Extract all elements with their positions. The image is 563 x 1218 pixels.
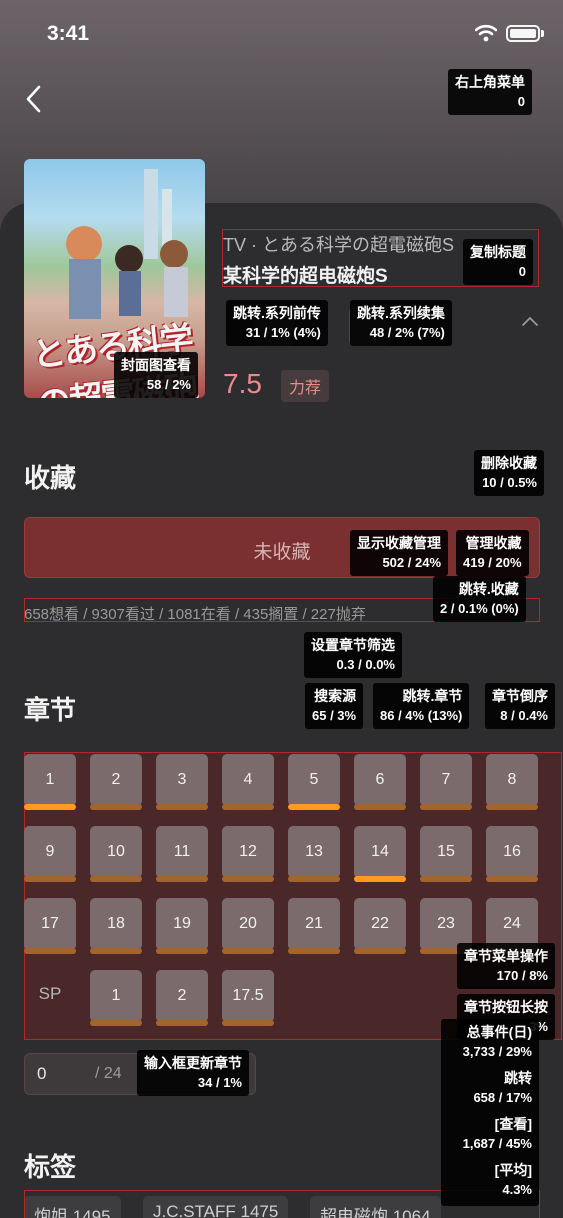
episode-progress-bar	[24, 804, 76, 810]
score-value: 7.5	[223, 368, 262, 399]
episode-button[interactable]: 18	[90, 898, 142, 950]
overlay-search-source: 搜索源 65 / 3%	[305, 683, 364, 729]
episode-total: / 24	[95, 1065, 122, 1082]
overlay-copy-title: 复制标题 0	[463, 239, 533, 285]
summary-total-value: 3,733 / 29%	[462, 1044, 532, 1059]
episode-progress-bar	[222, 948, 274, 954]
episode-progress-bar	[288, 804, 340, 810]
episode-button[interactable]: 11	[156, 826, 208, 878]
episode-progress-bar	[420, 876, 472, 882]
episode-button[interactable]: 5	[288, 754, 340, 806]
summary-view-value: 1,687 / 45%	[462, 1136, 532, 1151]
summary-jump-label: 跳转	[504, 1070, 532, 1086]
episode-button[interactable]: 22	[354, 898, 406, 950]
episode-button[interactable]: 6	[354, 754, 406, 806]
episode-progress-bar	[24, 948, 76, 954]
overlay-summary: 总事件(日) 3,733 / 29% 跳转 658 / 17% [查看] 1,6…	[441, 1019, 539, 1206]
episode-button[interactable]: 16	[486, 826, 538, 878]
summary-total-label: 总事件(日)	[466, 1024, 532, 1040]
section-title-tags: 标签	[24, 1152, 77, 1182]
episode-button[interactable]: 8	[486, 754, 538, 806]
episode-progress-bar	[486, 804, 538, 810]
wifi-icon	[475, 24, 497, 42]
episode-progress-input[interactable]	[37, 1064, 97, 1084]
episode-progress-bar	[24, 876, 76, 882]
overlay-series-next: 跳转.系列续集 48 / 2% (7%)	[350, 300, 452, 346]
episode-progress-bar	[222, 1020, 274, 1026]
episode-progress-bar	[420, 804, 472, 810]
overlay-episode-filter: 设置章节筛选 0.3 / 0.0%	[304, 632, 402, 678]
episode-button[interactable]: 9	[24, 826, 76, 878]
episode-progress-bar	[354, 876, 406, 882]
summary-jump-value: 658 / 17%	[473, 1090, 532, 1105]
episode-button[interactable]: 13	[288, 826, 340, 878]
episode-progress-bar	[288, 876, 340, 882]
overlay-episode-reverse: 章节倒序 8 / 0.4%	[485, 683, 555, 729]
episode-progress-bar	[354, 948, 406, 954]
episode-progress-bar	[90, 948, 142, 954]
episode-button[interactable]: 20	[222, 898, 274, 950]
chevron-up-icon[interactable]	[520, 314, 540, 328]
overlay-delete-collection: 删除收藏 10 / 0.5%	[474, 450, 544, 496]
sp-episode-button[interactable]: 1	[90, 970, 142, 1022]
overlay-cover-view: 封面图查看 58 / 2%	[114, 352, 198, 398]
episode-button[interactable]: 17	[24, 898, 76, 950]
summary-avg-label: [平均]	[494, 1162, 532, 1178]
overlay-goto-collection: 跳转.收藏 2 / 0.1% (0%)	[433, 576, 526, 622]
episode-button[interactable]: 7	[420, 754, 472, 806]
episode-button[interactable]: 12	[222, 826, 274, 878]
overlay-show-collection-manage: 显示收藏管理 502 / 24%	[350, 530, 448, 576]
episode-progress-bar	[90, 804, 142, 810]
episode-progress-bar	[222, 876, 274, 882]
battery-icon	[506, 25, 540, 42]
rank-badge: 力荐	[281, 370, 330, 402]
episode-progress-bar	[288, 948, 340, 954]
episode-button[interactable]: 4	[222, 754, 274, 806]
episode-progress-bar	[156, 1020, 208, 1026]
sp-episode-button[interactable]: 17.5	[222, 970, 274, 1022]
overlay-goto-episode: 跳转.章节 86 / 4% (13%)	[373, 683, 470, 729]
overlay-manage-collection: 管理收藏 419 / 20%	[456, 530, 529, 576]
overlay-episode-menu: 章节菜单操作 170 / 8%	[457, 943, 555, 989]
summary-view-label: [查看]	[494, 1116, 532, 1132]
episode-button[interactable]: 1	[24, 754, 76, 806]
overlay-input-update: 输入框更新章节 34 / 1%	[137, 1050, 249, 1096]
section-title-collection: 收藏	[24, 463, 77, 493]
episode-button[interactable]: 2	[90, 754, 142, 806]
episode-progress-bar	[222, 804, 274, 810]
episode-button[interactable]: 19	[156, 898, 208, 950]
status-time: 3:41	[47, 22, 90, 45]
episode-progress-bar	[354, 804, 406, 810]
overlay-top-right-menu: 右上角菜单 0	[448, 69, 532, 115]
battery-nub	[541, 30, 544, 37]
episode-sp-label: SP	[38, 984, 62, 1003]
episode-button[interactable]: 10	[90, 826, 142, 878]
episode-button[interactable]: 14	[354, 826, 406, 878]
status-bar: 3:41	[0, 0, 563, 60]
summary-avg-value: 4.3%	[502, 1182, 532, 1197]
episode-button[interactable]: 3	[156, 754, 208, 806]
episode-progress-bar	[156, 876, 208, 882]
back-chevron-icon[interactable]	[22, 84, 48, 114]
sp-episode-button[interactable]: 2	[156, 970, 208, 1022]
episode-button[interactable]: 21	[288, 898, 340, 950]
episode-progress-bar	[90, 876, 142, 882]
episode-button[interactable]: 15	[420, 826, 472, 878]
overlay-series-prev: 跳转.系列前传 31 / 1% (4%)	[226, 300, 328, 346]
episode-progress-bar	[486, 876, 538, 882]
episode-progress-bar	[156, 804, 208, 810]
section-title-episodes: 章节	[24, 695, 77, 725]
episode-progress-bar	[156, 948, 208, 954]
episode-progress-bar	[90, 1020, 142, 1026]
